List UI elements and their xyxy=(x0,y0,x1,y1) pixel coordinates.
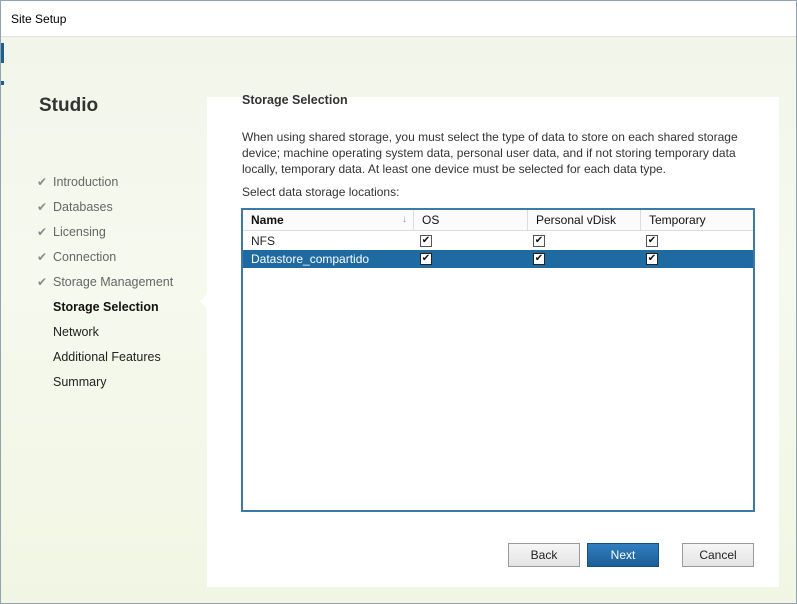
table-row-selected[interactable]: Datastore_compartido ✔ ✔ ✔ xyxy=(243,250,753,268)
back-button[interactable]: Back xyxy=(508,543,580,567)
personal-vdisk-checkbox[interactable]: ✔ xyxy=(533,253,545,265)
studio-brand: Studio xyxy=(39,95,99,116)
step-summary: Summary xyxy=(37,369,173,394)
step-licensing[interactable]: ✔ Licensing xyxy=(37,219,173,244)
background-window-edge xyxy=(1,43,4,63)
column-header-name[interactable]: Name ↓ xyxy=(243,210,414,231)
step-label: Storage Selection xyxy=(53,299,159,314)
check-icon: ✔ xyxy=(37,274,48,289)
step-storage-selection: Storage Selection xyxy=(37,294,173,319)
step-introduction[interactable]: ✔ Introduction xyxy=(37,169,173,194)
storage-locations-grid[interactable]: Name ↓ OS Personal vDisk Temporary NFS ✔… xyxy=(241,208,755,512)
step-label: Network xyxy=(53,324,99,339)
temporary-checkbox[interactable]: ✔ xyxy=(646,235,658,247)
check-icon: ✔ xyxy=(37,249,48,264)
select-locations-label: Select data storage locations: xyxy=(242,185,400,199)
site-setup-window: Site Setup Studio ✔ Introduction ✔ Datab… xyxy=(0,0,797,604)
os-checkbox[interactable]: ✔ xyxy=(420,253,432,265)
os-checkbox[interactable]: ✔ xyxy=(420,235,432,247)
page-description: When using shared storage, you must sele… xyxy=(242,130,738,176)
page-title: Storage Selection xyxy=(242,93,348,107)
check-icon: ✔ xyxy=(37,174,48,189)
cancel-button[interactable]: Cancel xyxy=(682,543,754,567)
step-network: Network xyxy=(37,319,173,344)
column-header-temporary[interactable]: Temporary xyxy=(641,210,753,231)
personal-vdisk-checkbox[interactable]: ✔ xyxy=(533,235,545,247)
next-button[interactable]: Next xyxy=(587,543,659,567)
check-icon: ✔ xyxy=(37,224,48,239)
step-label: Additional Features xyxy=(53,349,161,364)
row-name: Datastore_compartido xyxy=(251,252,370,266)
title-bar: Site Setup xyxy=(1,1,796,37)
column-header-label: Name xyxy=(251,213,284,227)
row-name: NFS xyxy=(251,234,275,248)
wizard-steps-nav: ✔ Introduction ✔ Databases ✔ Licensing ✔… xyxy=(37,169,173,394)
grid-header: Name ↓ OS Personal vDisk Temporary xyxy=(243,210,753,231)
step-label: Summary xyxy=(53,374,107,389)
step-connection[interactable]: ✔ Connection xyxy=(37,244,173,269)
step-additional-features: Additional Features xyxy=(37,344,173,369)
step-label: Databases xyxy=(53,199,113,214)
background-window-edge xyxy=(1,81,4,85)
window-title: Site Setup xyxy=(11,12,67,26)
step-label: Connection xyxy=(53,249,117,264)
sort-descending-icon: ↓ xyxy=(402,214,407,225)
column-header-os[interactable]: OS xyxy=(414,210,528,231)
step-label: Introduction xyxy=(53,174,119,189)
step-databases[interactable]: ✔ Databases xyxy=(37,194,173,219)
active-step-pointer xyxy=(200,293,208,309)
check-icon: ✔ xyxy=(37,199,48,214)
step-storage-management[interactable]: ✔ Storage Management xyxy=(37,269,173,294)
temporary-checkbox[interactable]: ✔ xyxy=(646,253,658,265)
step-label: Storage Management xyxy=(53,274,174,289)
table-row[interactable]: NFS ✔ ✔ ✔ xyxy=(243,232,753,250)
column-header-personal-vdisk[interactable]: Personal vDisk xyxy=(528,210,641,231)
step-label: Licensing xyxy=(53,224,106,239)
